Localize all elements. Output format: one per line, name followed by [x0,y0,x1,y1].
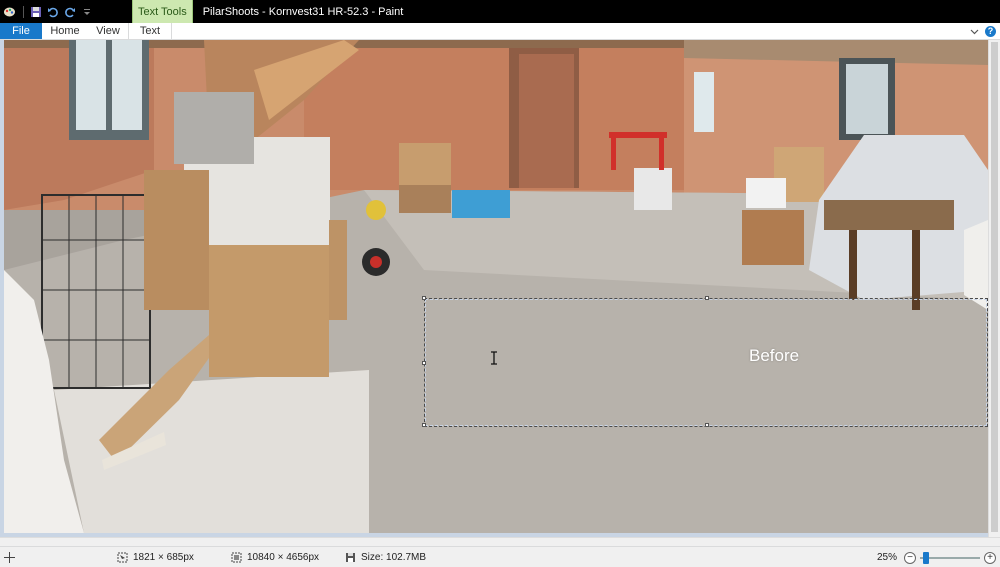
window-title: PilarShoots - Kornvest31 HR-52.3 - Paint [202,5,404,18]
zoom-in-button[interactable]: + [984,551,996,564]
disk-icon [346,553,355,562]
scrollbar-thumb[interactable] [991,42,998,532]
resize-handle[interactable] [422,423,426,427]
tab-view[interactable]: View [88,23,128,39]
text-cursor-icon [489,351,499,365]
ribbon-right-controls: ? [970,23,1000,39]
resize-handle[interactable] [422,361,426,365]
quick-access-toolbar [0,0,96,23]
help-icon[interactable]: ? [985,25,996,37]
zoom-level-text: 25% [876,552,897,563]
vertical-scrollbar[interactable] [988,40,1000,537]
zoom-out-button[interactable]: − [904,551,916,564]
horizontal-scrollbar[interactable] [0,537,1000,546]
customize-icon[interactable] [79,4,94,19]
position-indicator [4,551,15,564]
paint-app-icon[interactable] [2,4,17,19]
zoom-slider[interactable] [920,551,980,564]
resize-handle[interactable] [705,423,709,427]
attic-photo [4,40,988,533]
selection-size-text: 10840 × 4656px [247,552,320,563]
status-bar: 1821 × 685px 10840 × 4656px Size: 102.7M… [0,546,1000,567]
tab-text[interactable]: Text [128,23,172,39]
tab-file[interactable]: File [0,23,42,39]
redo-icon[interactable] [62,4,77,19]
file-size-text: Size: 102.7MB [361,552,427,563]
resize-handle[interactable] [705,296,709,300]
tab-home[interactable]: Home [42,23,88,39]
save-icon[interactable] [28,4,43,19]
ribbon-tab-bar: File Home View Text ? [0,23,1000,40]
chevron-down-icon[interactable] [970,22,979,40]
cursor-position: 1821 × 685px [117,551,194,564]
selection-size: 10840 × 4656px [231,551,319,564]
canvas-area[interactable]: Before [0,40,1000,537]
toolbar-divider [23,5,24,18]
file-size: Size: 102.7MB [345,551,426,564]
zoom-slider-knob[interactable] [922,551,929,564]
title-bar: Text Tools PilarShoots - Kornvest31 HR-5… [0,0,1000,23]
text-selection-box[interactable] [422,296,988,427]
canvas-text-before: Before [749,346,800,365]
selection-size-icon [231,552,242,563]
undo-icon[interactable] [45,4,60,19]
zoom-slider-track [920,556,980,559]
text-tools-context-tab: Text Tools [132,0,193,23]
cursor-position-icon [117,552,128,563]
crosshair-icon [4,552,15,563]
canvas-image[interactable] [4,40,988,533]
zoom-controls: 25% − + [877,550,996,565]
resize-handle[interactable] [422,296,426,300]
cursor-position-text: 1821 × 685px [133,552,194,563]
